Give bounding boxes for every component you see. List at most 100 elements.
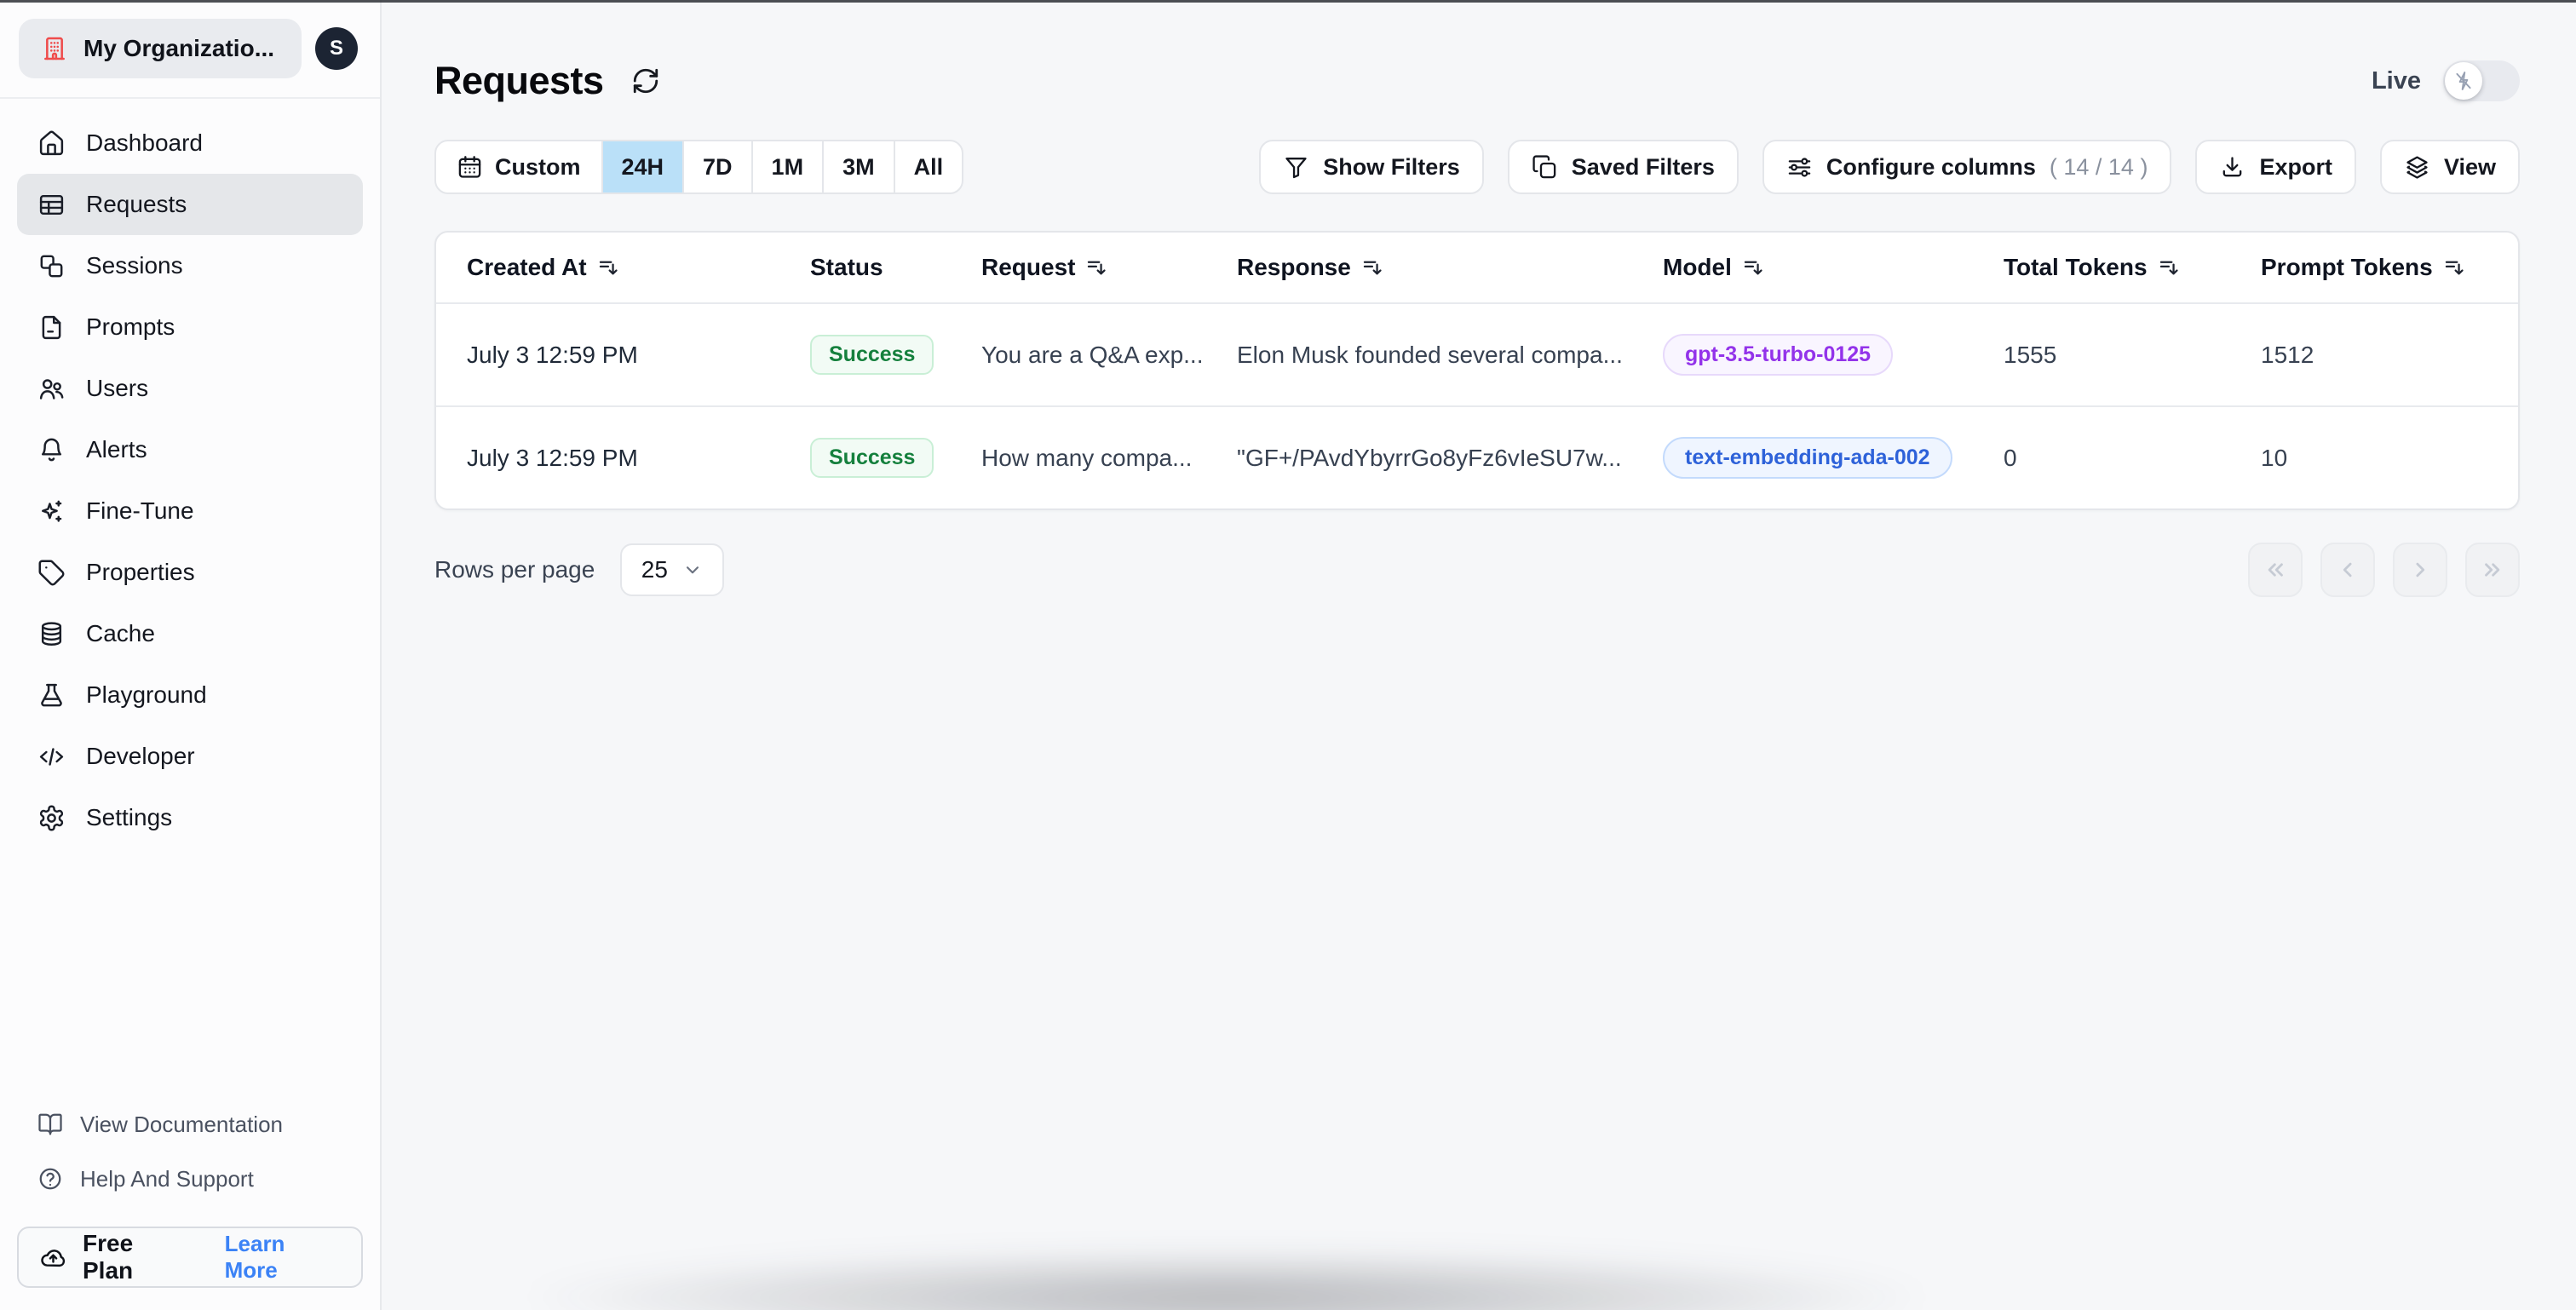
- help-and-support-link[interactable]: Help And Support: [17, 1152, 363, 1206]
- column-header-model[interactable]: Model: [1663, 254, 2004, 281]
- footer-link-label: View Documentation: [80, 1111, 283, 1137]
- page-title: Requests: [434, 59, 604, 102]
- sidebar-item-users[interactable]: Users: [17, 358, 363, 419]
- time-range-custom[interactable]: Custom: [436, 141, 603, 192]
- funnel-icon: [1285, 157, 1307, 178]
- configure-columns-button[interactable]: Configure columns ( 14 / 14 ): [1762, 140, 2172, 194]
- export-button[interactable]: Export: [2195, 140, 2356, 194]
- calendar-icon: [458, 155, 481, 178]
- book-open-icon: [38, 1113, 62, 1135]
- sort-icon: [1744, 261, 1762, 274]
- cell-status: Success: [810, 438, 981, 478]
- time-range-3m[interactable]: 3M: [824, 141, 895, 192]
- sidebar: My Organizatio... S Dashboard Requests S…: [0, 0, 382, 1310]
- download-icon: [2223, 156, 2242, 176]
- column-header-request[interactable]: Request: [981, 254, 1237, 281]
- rows-per-page-label: Rows per page: [434, 556, 595, 583]
- live-toggle-group: Live: [2372, 60, 2520, 101]
- view-button[interactable]: View: [2379, 140, 2520, 194]
- show-filters-button[interactable]: Show Filters: [1259, 140, 1484, 194]
- first-page-button[interactable]: [2248, 543, 2303, 597]
- org-switcher[interactable]: My Organizatio...: [19, 19, 302, 78]
- refresh-icon: [633, 68, 658, 94]
- table-row[interactable]: July 3 12:59 PM Success How many compa..…: [436, 405, 2518, 508]
- footer-link-label: Help And Support: [80, 1165, 254, 1192]
- rows-per-page-select[interactable]: 25: [620, 543, 725, 596]
- org-row: My Organizatio... S: [0, 0, 380, 99]
- model-badge: text-embedding-ada-002: [1663, 437, 1952, 479]
- table-row[interactable]: July 3 12:59 PM Success You are a Q&A ex…: [436, 302, 2518, 405]
- sidebar-item-properties[interactable]: Properties: [17, 542, 363, 603]
- time-range-7d[interactable]: 7D: [684, 141, 753, 192]
- plan-card[interactable]: Free Plan Learn More: [17, 1227, 363, 1288]
- saved-filters-button[interactable]: Saved Filters: [1507, 140, 1739, 194]
- sidebar-item-label: Fine-Tune: [86, 497, 194, 524]
- cell-status: Success: [810, 335, 981, 375]
- cell-prompt-tokens: 1512: [2261, 341, 2314, 368]
- plan-label: Free Plan: [83, 1230, 134, 1284]
- cell-request: You are a Q&A exp...: [981, 341, 1204, 368]
- column-header-prompt-tokens[interactable]: Prompt Tokens: [2261, 254, 2498, 281]
- learn-more-link[interactable]: Learn More: [225, 1231, 341, 1284]
- sidebar-item-label: Requests: [86, 191, 187, 217]
- org-name: My Organizatio...: [83, 35, 275, 61]
- next-page-button[interactable]: [2393, 543, 2447, 597]
- sidebar-item-label: Developer: [86, 743, 195, 769]
- chevron-down-icon: [686, 566, 699, 574]
- sidebar-item-settings[interactable]: Settings: [17, 787, 363, 848]
- window-top-edge: [0, 0, 2576, 3]
- app-window: My Organizatio... S Dashboard Requests S…: [0, 0, 2576, 1310]
- cell-model: text-embedding-ada-002: [1663, 437, 2004, 479]
- bell-icon: [41, 438, 62, 461]
- sidebar-item-label: Alerts: [86, 436, 147, 463]
- time-range-1m[interactable]: 1M: [753, 141, 825, 192]
- toolbar-actions: Show Filters Saved Filters Configure col…: [1259, 140, 2520, 194]
- view-documentation-link[interactable]: View Documentation: [17, 1097, 363, 1152]
- column-header-response[interactable]: Response: [1237, 254, 1663, 281]
- copy-icon: [1532, 154, 1556, 178]
- live-toggle[interactable]: [2443, 60, 2520, 101]
- chevron-right-icon: [2416, 562, 2425, 577]
- time-range-24h[interactable]: 24H: [602, 141, 685, 192]
- sidebar-item-label: Settings: [86, 804, 173, 830]
- sidebar-item-label: Dashboard: [86, 129, 203, 156]
- sidebar-item-developer[interactable]: Developer: [17, 726, 363, 787]
- refresh-button[interactable]: [631, 66, 660, 95]
- sidebar-item-playground[interactable]: Playground: [17, 664, 363, 726]
- sidebar-item-sessions[interactable]: Sessions: [17, 235, 363, 296]
- column-header-total-tokens[interactable]: Total Tokens: [2004, 254, 2261, 281]
- pager-buttons: [2248, 543, 2520, 597]
- sidebar-item-label: Prompts: [86, 313, 175, 340]
- sidebar-item-alerts[interactable]: Alerts: [17, 419, 363, 480]
- cell-response: Elon Musk founded several compa...: [1237, 341, 1623, 368]
- chevrons-left-icon: [2268, 563, 2283, 577]
- code-icon: [39, 747, 64, 766]
- sidebar-item-label: Playground: [86, 681, 207, 708]
- cell-total-tokens: 1555: [2004, 341, 2057, 368]
- sidebar-item-dashboard[interactable]: Dashboard: [17, 112, 363, 174]
- sidebar-item-label: Users: [86, 375, 149, 401]
- column-header-status: Status: [810, 254, 883, 280]
- requests-table: Created At Status Request Response Model: [434, 231, 2520, 510]
- users-icon: [39, 378, 64, 399]
- time-range-all[interactable]: All: [895, 141, 963, 192]
- cell-response: "GF+/PAvdYbyrrGo8yFz6vIeSU7w...: [1237, 444, 1622, 471]
- avatar[interactable]: S: [315, 27, 358, 70]
- toggle-knob: [2445, 62, 2482, 100]
- sort-icon: [1363, 261, 1382, 274]
- column-header-created-at[interactable]: Created At: [467, 254, 810, 281]
- sidebar-item-label: Properties: [86, 559, 195, 585]
- table-header-row: Created At Status Request Response Model: [436, 233, 2518, 302]
- status-badge: Success: [810, 335, 934, 375]
- sidebar-item-prompts[interactable]: Prompts: [17, 296, 363, 358]
- last-page-button[interactable]: [2465, 543, 2520, 597]
- cell-prompt-tokens: 10: [2261, 444, 2288, 471]
- cloud-upload-icon: [41, 1249, 66, 1267]
- main-content: Requests Live Custom 24H 7D 1M 3M All Sh…: [382, 0, 2576, 1310]
- sidebar-item-cache[interactable]: Cache: [17, 603, 363, 664]
- previous-page-button[interactable]: [2320, 543, 2375, 597]
- sidebar-item-requests[interactable]: Requests: [17, 174, 363, 235]
- sidebar-item-fine-tune[interactable]: Fine-Tune: [17, 480, 363, 542]
- time-range-group: Custom 24H 7D 1M 3M All: [434, 140, 964, 194]
- building-icon: [44, 37, 65, 60]
